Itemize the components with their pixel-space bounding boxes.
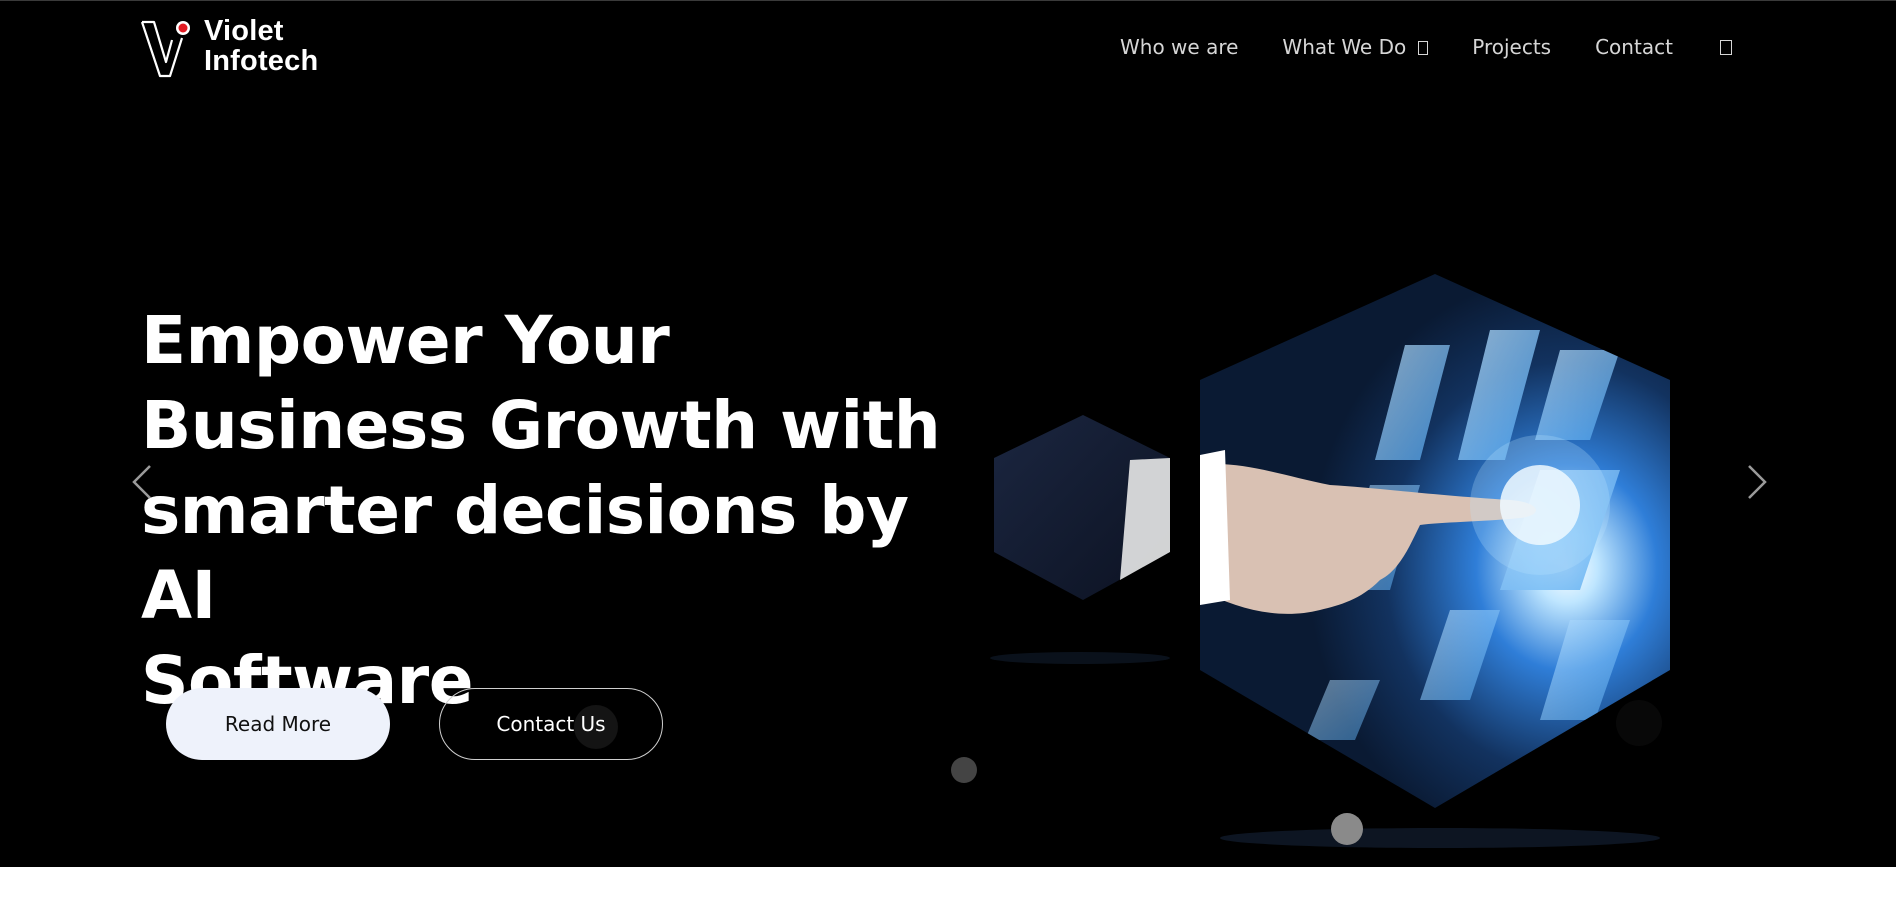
brand-name-line2: Infotech	[204, 45, 319, 77]
nav-item-label: Who we are	[1120, 35, 1239, 59]
brand-name: Violet Infotech	[204, 16, 318, 76]
decorative-dot	[1616, 700, 1662, 746]
button-hover-ripple	[574, 705, 618, 749]
read-more-button[interactable]: Read More	[166, 688, 390, 760]
chevron-left-icon[interactable]	[130, 462, 154, 502]
headline-line: Empower Your	[141, 302, 670, 379]
contact-us-button[interactable]: Contact Us	[439, 688, 663, 760]
headline-line: Business Growth with	[141, 387, 941, 464]
main-nav: Who we are What We Do Projects Contact	[1120, 32, 1673, 62]
hero-headline: Empower Your Business Growth with smarte…	[141, 298, 981, 723]
brand-name-line1: Violet	[204, 15, 284, 47]
nav-item-label: Projects	[1472, 35, 1552, 59]
hero-section: Violet Infotech Who we are What We Do Pr…	[0, 0, 1896, 867]
chevron-right-icon[interactable]	[1745, 462, 1769, 502]
nav-item-label: Contact	[1595, 35, 1673, 59]
dropdown-icon	[1418, 41, 1429, 55]
search-icon[interactable]	[1720, 40, 1732, 55]
page: Violet Infotech Who we are What We Do Pr…	[0, 0, 1896, 908]
logo-v-icon	[140, 20, 190, 78]
nav-item-label: What We Do	[1282, 35, 1407, 59]
nav-item-projects[interactable]: Projects	[1472, 32, 1551, 62]
nav-item-contact[interactable]: Contact	[1595, 32, 1673, 62]
nav-item-who-we-are[interactable]: Who we are	[1120, 32, 1238, 62]
top-border	[0, 0, 1896, 1]
headline-line: smarter decisions by AI	[141, 472, 909, 634]
brand-logo[interactable]: Violet Infotech	[140, 16, 340, 80]
nav-item-what-we-do[interactable]: What We Do	[1282, 32, 1429, 62]
carousel-dot[interactable]	[951, 757, 977, 783]
hero-illustration	[990, 274, 1670, 848]
carousel-dot-active[interactable]	[1331, 813, 1363, 845]
